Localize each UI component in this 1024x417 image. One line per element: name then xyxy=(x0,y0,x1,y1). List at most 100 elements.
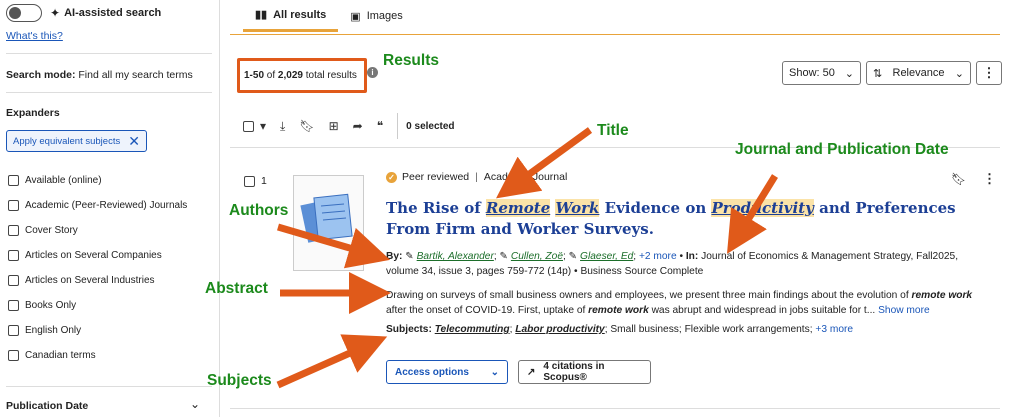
show-more-link[interactable]: Show more xyxy=(878,305,930,316)
facet-label: Canadian terms xyxy=(25,350,96,361)
bookmark-icon[interactable]: 🔖︎ xyxy=(299,119,314,133)
record-thumbnail[interactable] xyxy=(293,175,364,271)
add-folder-icon[interactable]: ⊞ xyxy=(329,119,339,133)
more-authors-link[interactable]: +2 more xyxy=(639,251,677,262)
checkbox[interactable] xyxy=(8,300,19,311)
abstract-fragment: was abrupt and widespread in jobs suitab… xyxy=(648,305,876,316)
facet-label: Articles on Several Companies xyxy=(25,250,162,261)
record-checkbox[interactable]: 1 xyxy=(244,175,267,187)
title-text: The Rise of xyxy=(386,199,486,217)
book-icon: ▮▮ xyxy=(255,9,268,21)
facet-item[interactable]: Academic (Peer-Reviewed) Journals xyxy=(8,200,187,211)
abstract-fragment: remote work xyxy=(911,290,973,301)
selected-count: 0 selected xyxy=(406,120,455,132)
divider xyxy=(230,408,1000,409)
facet-label: Academic (Peer-Reviewed) Journals xyxy=(25,200,188,211)
subjects-label: Subjects: xyxy=(386,324,432,335)
check-icon: ✓ xyxy=(386,171,397,183)
checkbox[interactable] xyxy=(8,350,19,361)
tabs-underline xyxy=(230,34,1000,35)
sort-select[interactable]: ⇅ Relevance ⌄ xyxy=(866,61,971,85)
sort-icon: ⇅ xyxy=(873,67,883,80)
facet-item[interactable]: Articles on Several Industries xyxy=(8,275,155,286)
highlighted-term: Work xyxy=(555,199,600,217)
facet-item[interactable]: Canadian terms xyxy=(8,350,96,361)
facet-item[interactable]: Books Only xyxy=(8,300,76,311)
bookmark-icon[interactable]: 🔖︎ xyxy=(951,172,966,186)
checkbox[interactable] xyxy=(8,200,19,211)
divider xyxy=(6,92,212,93)
abstract-fragment: Drawing on surveys of small business own… xyxy=(386,290,912,301)
publication-date-heading[interactable]: Publication Date xyxy=(6,400,88,412)
citations-label: 4 citations in Scopus® xyxy=(543,361,605,383)
tab-all-results[interactable]: ▮▮ All results xyxy=(243,0,339,32)
whats-this-link[interactable]: What's this? xyxy=(6,30,63,42)
subject-link[interactable]: Flexible work arrangements xyxy=(685,324,810,335)
tab-label: Images xyxy=(366,10,403,22)
by-label: By: xyxy=(386,251,403,262)
share-icon[interactable]: ➦ xyxy=(353,119,363,133)
subject-link[interactable]: Small business xyxy=(610,324,679,335)
annotation-journal: Journal and Publication Date xyxy=(735,141,949,158)
author-icon: ✎ xyxy=(568,251,581,262)
results-count: 1-50 of 2,029 total results xyxy=(237,58,367,93)
download-icon[interactable]: ⤓ xyxy=(280,119,285,134)
access-options-button[interactable]: Access options ⌄ xyxy=(386,360,508,384)
ai-search-toggle[interactable] xyxy=(6,4,42,22)
checkbox[interactable] xyxy=(244,175,255,187)
facet-item[interactable]: Cover Story xyxy=(8,225,78,236)
applied-filter-chip[interactable]: Apply equivalent subjects ✕ xyxy=(6,130,147,152)
checkbox[interactable] xyxy=(8,225,19,236)
facet-label: Cover Story xyxy=(25,225,78,236)
record-menu-icon[interactable]: ⋮ xyxy=(983,171,996,187)
select-all-checkbox[interactable]: ▾ xyxy=(243,119,266,133)
image-icon: ▣ xyxy=(350,10,361,23)
subject-link[interactable]: Labor productivity xyxy=(515,324,604,335)
results-of: of xyxy=(266,70,276,81)
scopus-citations-button[interactable]: ↗ 4 citations in Scopus® xyxy=(518,360,651,384)
close-icon[interactable]: ✕ xyxy=(128,133,140,150)
facet-label: English Only xyxy=(25,325,82,336)
divider xyxy=(6,386,212,387)
more-subjects-link[interactable]: +3 more xyxy=(815,324,853,335)
highlighted-term: Productivity xyxy=(711,199,814,217)
chevron-down-icon: ⌄ xyxy=(490,366,499,378)
facet-item[interactable]: Articles on Several Companies xyxy=(8,250,162,261)
divider xyxy=(397,113,399,139)
expanders-heading: Expanders xyxy=(6,107,60,119)
title-text: Evidence on xyxy=(599,199,712,217)
more-options-button[interactable]: ⋮ xyxy=(976,61,1002,85)
annotation-subjects: Subjects xyxy=(207,372,272,389)
page-size-select[interactable]: Show: 50 ⌄ xyxy=(782,61,861,85)
cite-icon[interactable]: ❝ xyxy=(377,119,383,133)
chip-label: Apply equivalent subjects xyxy=(13,135,121,147)
tab-label: All results xyxy=(273,8,327,21)
author-link[interactable]: Bartik, Alexander xyxy=(417,251,494,262)
record-abstract: Drawing on surveys of small business own… xyxy=(386,288,978,318)
chevron-down-icon[interactable]: ⌄ xyxy=(190,397,200,411)
search-mode: Search mode: Find all my search terms xyxy=(6,69,193,81)
annotation-title: Title xyxy=(597,122,629,139)
subject-link[interactable]: Telecommuting xyxy=(435,324,510,335)
highlighted-term: Remote xyxy=(485,199,551,217)
tab-images[interactable]: ▣ Images xyxy=(338,0,414,32)
facet-item[interactable]: Available (online) xyxy=(8,175,102,186)
annotation-abstract: Abstract xyxy=(205,280,268,297)
info-icon[interactable]: i xyxy=(367,67,378,78)
annotation-authors: Authors xyxy=(229,202,289,219)
facet-item[interactable]: English Only xyxy=(8,325,81,336)
facet-label: Articles on Several Industries xyxy=(25,275,155,286)
checkbox[interactable] xyxy=(8,175,19,186)
facet-label: Books Only xyxy=(25,300,77,311)
peer-reviewed-label: Peer reviewed xyxy=(402,171,470,183)
separator: | xyxy=(475,171,478,183)
checkbox[interactable] xyxy=(8,275,19,286)
author-link[interactable]: Glaeser, Ed xyxy=(580,251,633,262)
author-link[interactable]: Cullen, Zoë xyxy=(511,251,563,262)
record-title[interactable]: The Rise of Remote Work Evidence on Prod… xyxy=(386,198,966,240)
ai-search-label: AI-assisted search xyxy=(64,7,162,19)
checkbox[interactable] xyxy=(8,325,19,336)
database-name: Business Source Complete xyxy=(580,266,704,277)
peer-reviewed-badge: ✓ Peer reviewed | Academic Journal xyxy=(386,171,567,183)
checkbox[interactable] xyxy=(8,250,19,261)
